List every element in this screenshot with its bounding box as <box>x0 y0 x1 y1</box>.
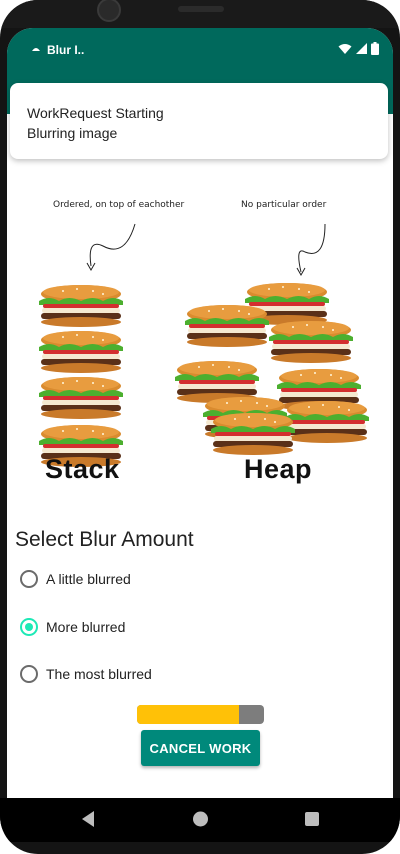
wifi-icon <box>338 43 352 54</box>
stack-label: Stack <box>45 454 120 484</box>
radio-option-most-blurred[interactable]: The most blurred <box>20 662 152 686</box>
home-icon[interactable] <box>192 810 209 828</box>
toast-message: Blurring image <box>27 125 118 141</box>
status-app-title: Blur I.. <box>47 43 85 57</box>
app-notification-icon <box>32 48 40 51</box>
progress-bar-fill <box>137 705 239 724</box>
app-screen: Blur I.. WorkRequest Starting Blurring i… <box>7 28 393 798</box>
recents-icon[interactable] <box>304 810 320 828</box>
phone-top-bezel <box>0 0 400 28</box>
radio-option-more-blurred[interactable]: More blurred <box>20 615 125 639</box>
cancel-work-button[interactable]: CANCEL WORK <box>141 730 260 766</box>
notification-toast[interactable]: WorkRequest Starting Blurring image <box>10 83 388 159</box>
blur-section-title: Select Blur Amount <box>15 528 194 551</box>
back-icon[interactable] <box>80 810 96 828</box>
burger-drawing <box>39 223 369 467</box>
radio-button[interactable] <box>20 570 38 588</box>
stack-heap-illustration: Ordered, on top of eachother No particul… <box>7 188 393 498</box>
phone-frame: Blur I.. WorkRequest Starting Blurring i… <box>0 0 400 854</box>
radio-button-selected[interactable] <box>20 618 38 636</box>
status-icons <box>338 42 379 55</box>
battery-icon <box>371 42 379 55</box>
radio-option-label: More blurred <box>46 619 126 635</box>
radio-option-label: A little blurred <box>46 571 131 587</box>
radio-button[interactable] <box>20 665 38 683</box>
radio-option-label: The most blurred <box>46 666 152 682</box>
heap-label: Heap <box>244 454 313 484</box>
radio-option-little-blurred[interactable]: A little blurred <box>20 567 131 591</box>
signal-icon <box>356 43 367 54</box>
system-navigation-bar <box>0 798 400 842</box>
front-camera <box>97 0 121 22</box>
progress-bar <box>137 705 264 724</box>
toast-title: WorkRequest Starting <box>27 105 164 121</box>
earpiece-speaker <box>178 6 224 12</box>
